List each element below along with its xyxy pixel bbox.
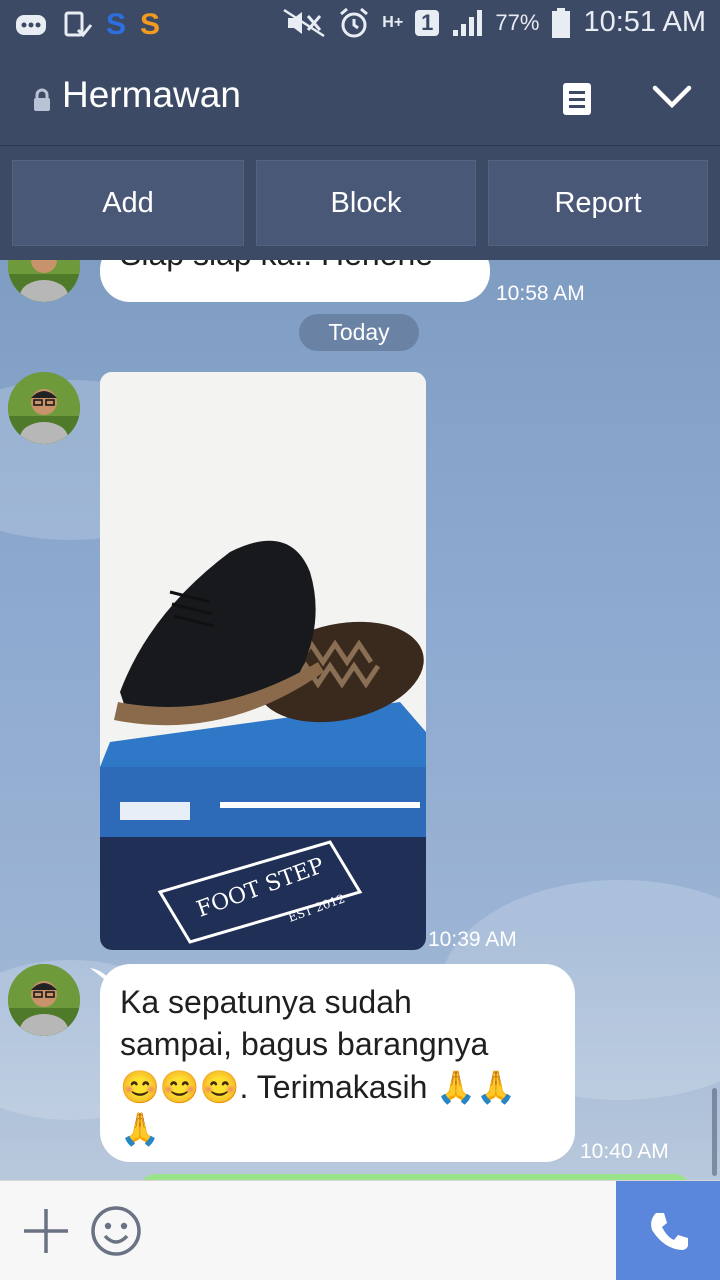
plus-icon[interactable]: [22, 1207, 70, 1255]
input-bar: [0, 1180, 720, 1280]
report-button[interactable]: Report: [488, 160, 708, 246]
chat-title: Hermawan: [62, 74, 241, 115]
shoe-photo-image: FOOT STEP EST 2012: [100, 372, 426, 950]
avatar-photo: [8, 964, 80, 1036]
avatar-photo: [8, 260, 80, 302]
message-text-line: Ka sepatunya sudah: [120, 984, 412, 1020]
avatar[interactable]: [8, 372, 80, 444]
avatar-photo: [8, 372, 80, 444]
status-left-icons: S S: [14, 8, 160, 42]
message-text-line: 🙏: [120, 1111, 160, 1147]
sim-badge: 1: [415, 9, 440, 36]
add-button[interactable]: Add: [12, 160, 244, 246]
download-notification-icon: [64, 11, 92, 38]
chevron-down-icon[interactable]: [652, 84, 692, 110]
action-bar: Add Block Report: [0, 146, 720, 260]
app-s-blue-icon: S: [106, 8, 127, 41]
mute-icon: [283, 8, 325, 37]
chat-notification-icon: [16, 15, 46, 35]
status-right-icons: H+ 1 77% 10:51 AM: [282, 6, 706, 39]
message-text: Siap siap ka.. Hehehe: [120, 260, 433, 273]
alarm-icon: [340, 7, 369, 37]
battery-percent: 77%: [495, 9, 540, 35]
lock-icon: [34, 88, 50, 111]
signal-icon: [453, 9, 483, 36]
avatar[interactable]: [8, 260, 80, 302]
clock: 10:51 AM: [583, 6, 706, 38]
message-time: 10:39 AM: [428, 928, 517, 951]
chat-header: Hermawan: [0, 50, 720, 146]
phone-icon: [651, 1213, 688, 1250]
message-text-line: sampai, bagus barangnya: [120, 1026, 489, 1062]
note-icon[interactable]: [561, 82, 593, 116]
status-bar: S S H+ 1 77% 10:51 AM: [0, 0, 720, 50]
chat-area[interactable]: Siap siap ka.. Hehehe 10:58 AM Today: [0, 260, 720, 1180]
call-button[interactable]: [616, 1181, 720, 1280]
shoe-photo[interactable]: FOOT STEP EST 2012: [100, 372, 426, 950]
message-time: 10:40 AM: [580, 1140, 669, 1163]
avatar[interactable]: [8, 964, 80, 1036]
network-type-label: H+: [382, 13, 404, 31]
message-bubble[interactable]: Ka sepatunya sudah sampai, bagus barangn…: [100, 964, 575, 1162]
app-s-orange-icon: S: [140, 8, 161, 41]
message-text-line: 😊😊😊. Terimakasih 🙏🙏: [120, 1069, 517, 1105]
message-time: 10:58 AM: [496, 282, 585, 305]
emoji-icon[interactable]: [90, 1205, 142, 1257]
block-button[interactable]: Block: [256, 160, 476, 246]
battery-icon: [552, 7, 571, 38]
message-bubble[interactable]: Siap siap ka.. Hehehe: [100, 260, 490, 302]
date-divider: Today: [299, 314, 419, 351]
scrollbar[interactable]: [712, 1088, 717, 1176]
